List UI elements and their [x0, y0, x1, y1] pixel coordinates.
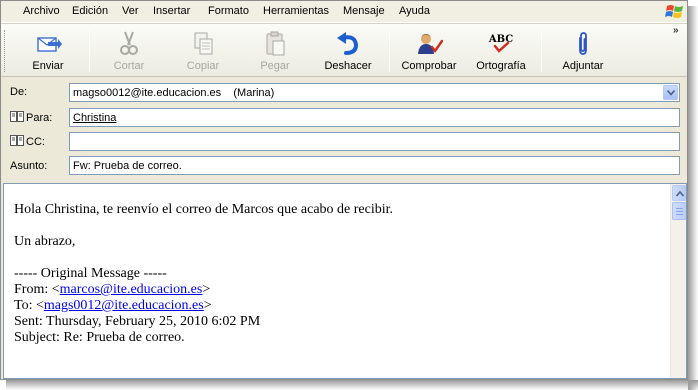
original-subject-line: Subject: Re: Prueba de correo.	[14, 330, 185, 345]
window-shadow	[6, 380, 698, 390]
menu-insertar[interactable]: Insertar	[153, 5, 190, 17]
original-to-line: To: <mags0012@ite.educacion.es>	[14, 298, 212, 313]
cc-label-button[interactable]: CC:	[10, 135, 45, 148]
address-book-icon	[10, 111, 24, 122]
menu-archivo[interactable]: Archivo	[23, 5, 60, 17]
undo-icon	[337, 32, 359, 55]
paperclip-icon	[579, 32, 587, 55]
to-field[interactable]: Christina	[69, 108, 680, 127]
toolbar-overflow-chevron[interactable]: »	[673, 25, 678, 36]
paste-button[interactable]: Pegar	[243, 26, 307, 74]
paste-icon	[266, 31, 285, 56]
subject-field[interactable]: Fw: Prueba de correo.	[69, 156, 680, 175]
spelling-icon: ABC	[488, 34, 513, 53]
undo-label: Deshacer	[324, 60, 372, 72]
from-dropdown-button[interactable]	[663, 85, 678, 100]
cut-button[interactable]: Cortar	[97, 26, 161, 74]
from-select[interactable]: magso0012@ite.educacion.es (Marina)	[69, 83, 680, 102]
address-book-icon	[10, 135, 24, 146]
original-from-line: From: <marcos@ite.educacion.es>	[14, 282, 211, 297]
chevron-up-icon	[676, 191, 684, 197]
check-names-button[interactable]: Comprobar	[397, 26, 461, 74]
menu-edicion[interactable]: Edición	[72, 5, 108, 17]
window-shadow	[688, 6, 698, 390]
copy-button[interactable]: Copiar	[171, 26, 235, 74]
menu-mensaje[interactable]: Mensaje	[343, 5, 385, 17]
message-body-text: Hola Christina, te reenvío el correo de …	[14, 202, 664, 346]
check-names-icon	[418, 34, 443, 54]
spelling-label: Ortografía	[476, 60, 526, 72]
toolbar-separator	[541, 30, 542, 72]
undo-button[interactable]: Deshacer	[315, 26, 381, 74]
subject-value: Fw: Prueba de correo.	[73, 160, 182, 172]
menu-ver[interactable]: Ver	[122, 5, 139, 17]
message-headers: De: magso0012@ite.educacion.es (Marina) …	[1, 78, 687, 182]
copy-icon	[194, 32, 213, 55]
send-button[interactable]: Enviar	[15, 26, 81, 74]
original-message-header: ----- Original Message -----	[14, 266, 167, 281]
spelling-button[interactable]: ABC Ortografía	[469, 26, 533, 74]
attach-label: Adjuntar	[562, 60, 604, 72]
scroll-up-button[interactable]	[672, 185, 686, 201]
to-recipient[interactable]: Christina	[73, 112, 116, 124]
paste-label: Pegar	[260, 60, 290, 72]
attach-button[interactable]: Adjuntar	[551, 26, 615, 74]
menu-bar: Archivo Edición Ver Insertar Formato Her…	[1, 1, 687, 23]
copy-label: Copiar	[186, 60, 220, 72]
original-sent-line: Sent: Thursday, February 25, 2010 6:02 P…	[14, 314, 261, 329]
greeting-line: Hola Christina, te reenvío el correo de …	[14, 202, 394, 217]
menu-ayuda[interactable]: Ayuda	[399, 5, 430, 17]
toolbar-grip[interactable]	[4, 30, 7, 72]
to-label-button[interactable]: Para:	[10, 111, 52, 124]
cc-label: CC:	[26, 136, 45, 148]
cc-field[interactable]	[69, 132, 680, 151]
scissors-icon	[120, 31, 138, 55]
subject-label: Asunto:	[10, 160, 48, 172]
chevron-down-icon	[667, 90, 675, 96]
compose-window: Archivo Edición Ver Insertar Formato Her…	[0, 0, 688, 380]
menu-formato[interactable]: Formato	[208, 5, 249, 17]
closing-line: Un abrazo,	[14, 234, 76, 249]
check-names-label: Comprobar	[401, 60, 457, 72]
send-label: Enviar	[32, 60, 64, 72]
to-label: Para:	[26, 112, 53, 124]
message-body-editor[interactable]: Hola Christina, te reenvío el correo de …	[3, 183, 687, 379]
windows-logo-icon	[665, 5, 683, 18]
from-value: magso0012@ite.educacion.es (Marina)	[73, 87, 275, 99]
toolbar-separator	[389, 30, 390, 72]
send-icon	[37, 37, 62, 52]
cut-label: Cortar	[113, 60, 145, 72]
original-to-email-link[interactable]: mags0012@ite.educacion.es	[44, 298, 204, 313]
scroll-thumb[interactable]	[672, 202, 686, 220]
vertical-scrollbar[interactable]	[670, 184, 686, 378]
svg-text:ABC: ABC	[488, 34, 513, 45]
from-label: De:	[10, 86, 28, 98]
toolbar-separator	[89, 30, 90, 72]
toolbar: Enviar Cortar Copiar Pegar Deshacer Comp…	[1, 23, 687, 77]
menu-herramientas[interactable]: Herramientas	[263, 5, 329, 17]
original-from-email-link[interactable]: marcos@ite.educacion.es	[60, 282, 203, 297]
